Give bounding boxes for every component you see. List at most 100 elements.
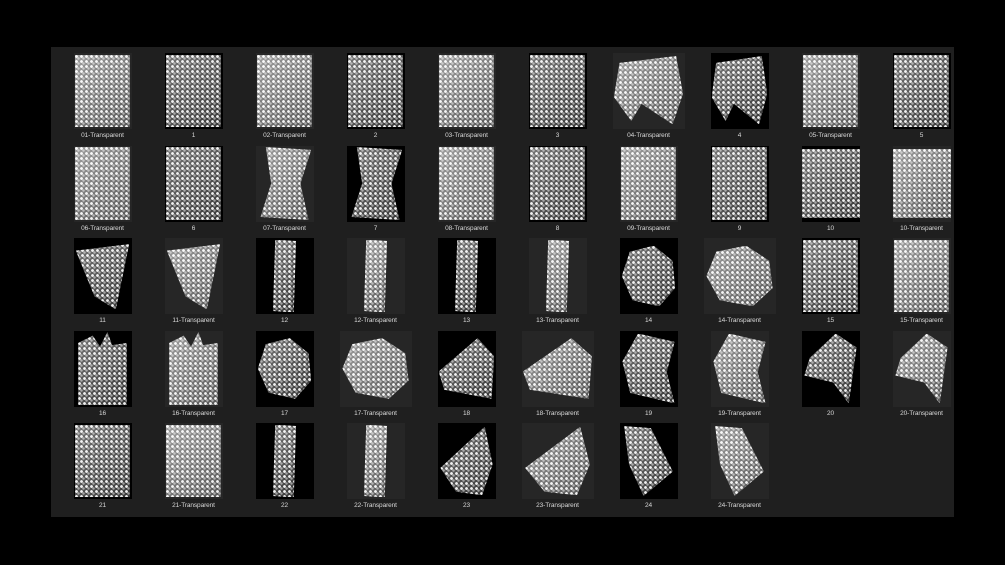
thumbnail-image	[521, 423, 594, 499]
bubble-wrap-texture	[621, 245, 676, 307]
file-item[interactable]: 04-Transparent	[603, 52, 694, 145]
file-item[interactable]: 15	[785, 237, 876, 330]
thumbnail-image	[437, 238, 496, 314]
file-name-label: 6	[191, 224, 196, 232]
bubble-wrap-texture	[257, 54, 312, 128]
file-item[interactable]: 21	[57, 422, 148, 515]
file-name-label: 01-Transparent	[81, 132, 124, 139]
thumbnail-image	[892, 238, 951, 314]
file-item[interactable]: 15-Transparent	[876, 237, 967, 330]
bubble-wrap-texture	[715, 426, 764, 496]
file-item[interactable]: 22	[239, 422, 330, 515]
file-item[interactable]: 13-Transparent	[512, 237, 603, 330]
thumbnail-image	[703, 238, 776, 314]
file-name-label: 13	[462, 317, 471, 324]
file-item[interactable]: 11-Transparent	[148, 237, 239, 330]
file-name-label: 8	[555, 224, 560, 232]
thumbnail-image	[164, 53, 223, 129]
thumbnail-frame	[148, 422, 239, 500]
bubble-wrap-texture	[522, 338, 593, 399]
file-item[interactable]: 17	[239, 330, 330, 423]
thumbnail-image	[710, 53, 769, 129]
file-item[interactable]: 12-Transparent	[330, 237, 421, 330]
thumbnail-frame	[876, 52, 967, 130]
file-item[interactable]: 06-Transparent	[57, 145, 148, 238]
file-item[interactable]: 21-Transparent	[148, 422, 239, 515]
file-item[interactable]: 16	[57, 330, 148, 423]
bubble-wrap-texture	[801, 149, 860, 218]
file-item[interactable]: 10-Transparent	[876, 145, 967, 238]
file-item[interactable]: 2	[330, 52, 421, 145]
file-item[interactable]: 01-Transparent	[57, 52, 148, 145]
file-item[interactable]: 07-Transparent	[239, 145, 330, 238]
file-item[interactable]: 1	[148, 52, 239, 145]
thumbnail-image	[528, 145, 587, 222]
file-name-label: 23-Transparent	[536, 502, 579, 509]
file-item[interactable]: 10	[785, 145, 876, 238]
file-item[interactable]: 09-Transparent	[603, 145, 694, 238]
file-item[interactable]: 24-Transparent	[694, 422, 785, 515]
file-item[interactable]: 24	[603, 422, 694, 515]
thumbnail-frame	[876, 145, 967, 223]
file-item[interactable]: 03-Transparent	[421, 52, 512, 145]
thumbnail-image	[801, 238, 860, 314]
thumbnail-image	[255, 145, 314, 222]
file-name-label: 19-Transparent	[718, 409, 761, 417]
file-item[interactable]: 5	[876, 52, 967, 145]
bubble-wrap-texture	[351, 147, 403, 220]
thumbnail-image	[612, 53, 685, 129]
file-name-label: 03-Transparent	[445, 132, 488, 139]
bubble-wrap-texture	[272, 424, 297, 498]
file-item[interactable]: 18-Transparent	[512, 330, 603, 423]
thumbnail-frame	[603, 237, 694, 315]
file-item[interactable]: 17-Transparent	[330, 330, 421, 423]
thumbnail-frame	[239, 330, 330, 408]
file-item[interactable]: 3	[512, 52, 603, 145]
file-item[interactable]: 23-Transparent	[512, 422, 603, 515]
file-item[interactable]: 8	[512, 145, 603, 238]
file-item[interactable]: 05-Transparent	[785, 52, 876, 145]
thumbnail-frame	[148, 330, 239, 408]
bubble-wrap-texture	[622, 333, 675, 404]
thumbnail-image	[892, 145, 951, 222]
file-item[interactable]: 20-Transparent	[876, 330, 967, 423]
file-item[interactable]: 20	[785, 330, 876, 423]
file-item[interactable]: 14	[603, 237, 694, 330]
file-name-label: 22	[280, 502, 289, 509]
file-item[interactable]: 4	[694, 52, 785, 145]
thumbnail-image	[73, 423, 132, 499]
file-item[interactable]: 11	[57, 237, 148, 330]
thumbnail-image	[619, 238, 678, 314]
thumbnail-frame	[421, 422, 512, 500]
bubble-wrap-texture	[348, 54, 403, 128]
file-item[interactable]: 7	[330, 145, 421, 238]
file-name-label: 07-Transparent	[263, 224, 306, 232]
bubble-wrap-texture	[454, 239, 479, 313]
thumbnail-frame	[785, 52, 876, 130]
file-item[interactable]: 16-Transparent	[148, 330, 239, 423]
file-item[interactable]: 19	[603, 330, 694, 423]
file-item[interactable]: 08-Transparent	[421, 145, 512, 238]
file-item[interactable]: 02-Transparent	[239, 52, 330, 145]
file-item[interactable]: 12	[239, 237, 330, 330]
thumbnail-frame	[694, 422, 785, 500]
file-item[interactable]: 22-Transparent	[330, 422, 421, 515]
thumbnail-frame	[57, 422, 148, 500]
bubble-wrap-texture	[272, 239, 297, 313]
thumbnail-image	[346, 423, 405, 499]
file-item[interactable]: 19-Transparent	[694, 330, 785, 423]
file-item[interactable]: 14-Transparent	[694, 237, 785, 330]
file-item[interactable]: 23	[421, 422, 512, 515]
bubble-wrap-texture	[712, 147, 767, 220]
bubble-wrap-texture	[525, 426, 590, 496]
file-name-label: 10-Transparent	[900, 224, 943, 232]
thumbnail-frame	[57, 237, 148, 315]
file-item[interactable]: 18	[421, 330, 512, 423]
file-item[interactable]: 13	[421, 237, 512, 330]
thumbnail-grid: 01-Transparent 1 02-Transparent 2 03-Transpa…	[57, 52, 967, 515]
bubble-wrap-texture	[624, 426, 673, 496]
thumbnail-image	[892, 53, 951, 129]
thumbnail-frame	[330, 237, 421, 315]
file-item[interactable]: 9	[694, 145, 785, 238]
file-item[interactable]: 6	[148, 145, 239, 238]
